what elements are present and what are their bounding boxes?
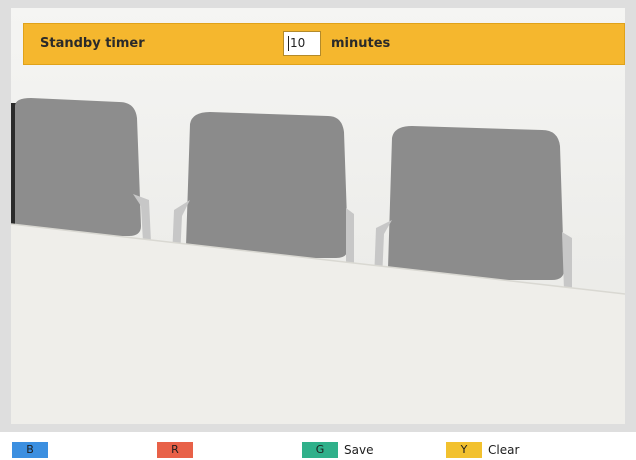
camera-view: [11, 8, 625, 424]
standby-timer-label: Standby timer: [40, 36, 145, 51]
standby-timer-bar: Standby timer 10 minutes: [23, 23, 625, 65]
red-key-button[interactable]: R: [157, 442, 193, 458]
color-key-bar: B R G Save Y Clear: [0, 432, 636, 460]
blue-key-button[interactable]: B: [12, 442, 48, 458]
standby-timer-value: 10: [290, 36, 306, 50]
text-caret: [288, 36, 289, 51]
video-frame: Standby timer 10 minutes: [0, 0, 636, 432]
yellow-key-button[interactable]: Y: [446, 442, 482, 458]
green-key-button[interactable]: G: [302, 442, 338, 458]
clear-label: Clear: [488, 443, 520, 457]
table-top: [11, 223, 625, 424]
standby-timer-input[interactable]: 10: [283, 31, 321, 56]
save-label: Save: [344, 443, 374, 457]
minutes-label: minutes: [331, 36, 391, 51]
